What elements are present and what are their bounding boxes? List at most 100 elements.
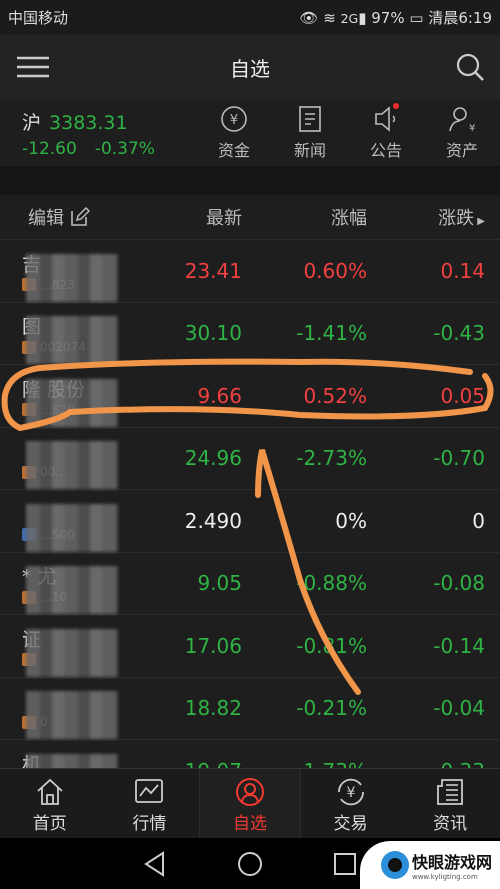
market-label: 沪	[22, 111, 42, 134]
stock-name-cell: 证	[0, 625, 170, 678]
privacy-blur	[26, 441, 118, 490]
privacy-blur	[26, 253, 118, 302]
back-icon[interactable]	[143, 850, 167, 877]
stock-name-cell: 图002074	[0, 312, 170, 365]
tab-label: 资讯	[433, 814, 468, 834]
price: 17.06	[184, 633, 242, 658]
clock: 清晨6:19	[428, 8, 492, 27]
pct-change: -0.81%	[296, 633, 367, 658]
user-yuan-icon: ¥	[449, 107, 475, 133]
edit-label: 编辑	[28, 208, 64, 229]
pct-change: -0.88%	[296, 571, 367, 596]
watermark-url: www.kyligting.com	[411, 873, 478, 881]
change: 0	[472, 508, 485, 533]
change: 0.14	[440, 258, 485, 283]
tab-market[interactable]: 行情	[100, 769, 200, 838]
table-row[interactable]: * 尤…10 9.05 -0.88% -0.08	[0, 553, 500, 615]
pct-change: 0%	[335, 508, 367, 533]
table-row[interactable]: 00… 24.96 -2.73% -0.70	[0, 428, 500, 490]
stock-name-cell: …500	[0, 500, 170, 552]
caret-right-icon: ▶	[474, 216, 485, 227]
price: 2.490	[184, 508, 242, 533]
col-change[interactable]: 涨跌 ▶	[367, 204, 485, 230]
divider	[0, 166, 500, 195]
quick-link-label: 资产	[445, 141, 478, 160]
stock-name-cell: 00…	[0, 437, 170, 490]
change: -0.14	[433, 633, 485, 658]
table-row[interactable]: 0 18.82 -0.21% -0.04	[0, 678, 500, 740]
quick-link-news[interactable]: 新闻	[272, 105, 348, 161]
bottom-tab-bar: 首页 行情 自选 ¥ 交易 资讯	[0, 768, 500, 838]
svg-text:¥: ¥	[346, 785, 355, 801]
price: 9.05	[197, 571, 242, 596]
quick-link-label: 公告	[369, 141, 402, 160]
trade-icon: ¥	[337, 778, 364, 806]
price: 23.41	[184, 258, 242, 283]
table-row[interactable]: 图002074 30.10 -1.41% -0.43	[0, 303, 500, 365]
index-change: -12.60	[22, 138, 77, 159]
privacy-blur	[26, 629, 118, 678]
tab-home[interactable]: 首页	[0, 769, 100, 838]
watermark-logo: 快眼游戏网 www.kyligting.com	[360, 841, 500, 889]
home-icon	[37, 778, 63, 805]
carrier: 中国移动	[8, 8, 69, 27]
watermark-name: 快眼游戏网	[411, 853, 492, 872]
change: -0.70	[433, 446, 485, 471]
logo-icon	[380, 851, 409, 879]
news-icon	[299, 106, 321, 132]
stock-name-cell: 隆 股份…820	[0, 375, 170, 427]
privacy-blur	[26, 378, 118, 427]
quick-link-label: 新闻	[293, 141, 326, 160]
index-quote-panel[interactable]: 沪 3383.31 -12.60 -0.37% ¥ 资金 新闻 公告 ¥ 资产	[0, 100, 500, 166]
tab-label: 首页	[32, 814, 67, 834]
recents-icon[interactable]	[333, 852, 357, 876]
home-circle-icon[interactable]	[237, 851, 263, 877]
page-title: 自选	[230, 56, 270, 81]
chart-icon	[135, 779, 164, 803]
quick-link-announcements[interactable]: 公告	[348, 103, 424, 161]
quick-link-assets[interactable]: ¥ 资产	[424, 105, 500, 161]
col-latest[interactable]: 最新	[170, 204, 242, 230]
newspaper-icon	[437, 779, 464, 805]
menu-icon[interactable]	[16, 55, 50, 79]
system-nav-bar: 快眼游戏网 www.kyligting.com	[0, 838, 500, 889]
tab-label: 自选	[232, 814, 267, 834]
tab-label: 行情	[132, 814, 167, 834]
speaker-icon	[375, 106, 396, 132]
price: 30.10	[184, 321, 242, 346]
privacy-blur	[26, 316, 118, 365]
change: 0.05	[440, 383, 485, 408]
edit-button[interactable]: 编辑	[0, 204, 170, 230]
yuan-circle-icon: ¥	[221, 106, 247, 132]
change: -0.08	[433, 571, 485, 596]
app-header: 自选	[0, 34, 500, 100]
tab-news[interactable]: 资讯	[400, 769, 500, 838]
status-right: 👁 ≋ 2G▮ 97% ▭ 清晨6:19	[299, 8, 492, 27]
column-header: 编辑 最新 涨幅 涨跌 ▶	[0, 195, 500, 240]
table-row[interactable]: 吉…823 23.41 0.60% 0.14	[0, 240, 500, 303]
col-pct[interactable]: 涨幅	[242, 204, 367, 230]
notification-badge	[393, 103, 399, 109]
battery-level: 97%	[371, 8, 405, 27]
index-pct: -0.37%	[94, 138, 155, 159]
network: 2G	[340, 10, 359, 26]
quick-link-label: 资金	[217, 141, 250, 160]
status-bar: 中国移动 👁 ≋ 2G▮ 97% ▭ 清晨6:19	[0, 0, 500, 34]
svg-text:¥: ¥	[469, 123, 475, 133]
pct-change: -0.21%	[296, 696, 367, 721]
pct-change: 0.60%	[303, 258, 367, 283]
watchlist-icon	[235, 778, 264, 806]
table-row[interactable]: …500 2.490 0% 0	[0, 490, 500, 553]
search-icon[interactable]	[456, 53, 484, 81]
table-row[interactable]: 证 17.06 -0.81% -0.14	[0, 615, 500, 678]
change: -0.43	[433, 321, 485, 346]
tab-watchlist[interactable]: 自选	[199, 769, 301, 838]
watchlist: 吉…823 23.41 0.60% 0.14图002074 30.10 -1.4…	[0, 240, 500, 803]
pct-change: -1.41%	[296, 321, 367, 346]
quick-link-funds[interactable]: ¥ 资金	[196, 105, 272, 161]
tab-trade[interactable]: ¥ 交易	[301, 769, 401, 838]
pct-change: 0.52%	[303, 383, 367, 408]
price: 9.66	[197, 383, 242, 408]
privacy-blur	[26, 691, 118, 740]
table-row[interactable]: 隆 股份…820 9.66 0.52% 0.05	[0, 365, 500, 428]
